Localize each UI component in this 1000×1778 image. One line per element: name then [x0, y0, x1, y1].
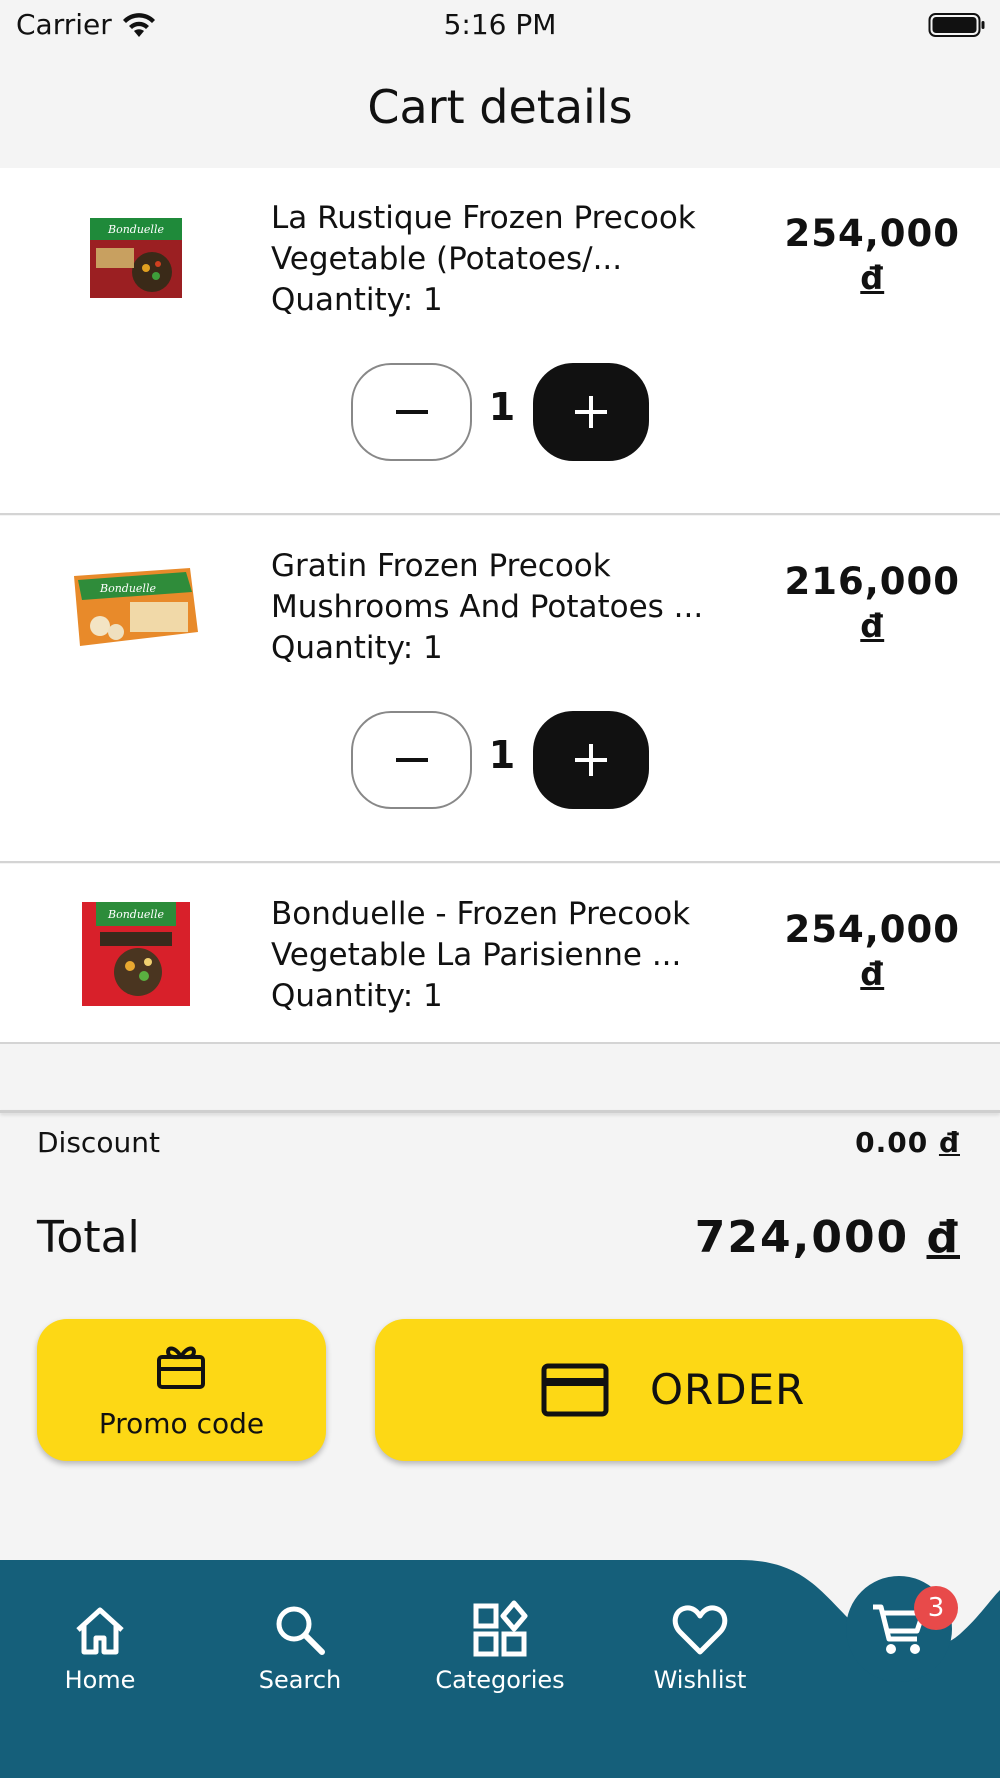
product-package-image: Bonduelle — [74, 568, 198, 646]
increase-quantity-button[interactable] — [533, 363, 649, 461]
nav-categories-label: Categories — [435, 1666, 565, 1694]
product-name[interactable]: La Rustique Frozen Precook Vegetable (Po… — [271, 198, 741, 280]
product-package-image: Bonduelle — [82, 902, 190, 1006]
price-amount: 216,000 — [784, 560, 960, 603]
product-thumbnail[interactable]: Bonduelle — [68, 538, 204, 674]
nav-search-label: Search — [258, 1666, 342, 1694]
decrease-quantity-button[interactable] — [351, 363, 472, 461]
cart-item[interactable]: Bonduelle Bonduelle - Frozen Precook Veg… — [0, 864, 1000, 1044]
nav-categories[interactable]: Categories — [420, 1600, 580, 1694]
decrease-quantity-button[interactable] — [351, 711, 472, 809]
nav-search[interactable]: Search — [220, 1600, 380, 1694]
home-icon — [76, 1607, 124, 1655]
quantity-value: 1 — [488, 385, 516, 429]
product-package-image: Bonduelle — [90, 218, 182, 298]
promo-code-button[interactable]: Promo code — [37, 1319, 326, 1461]
price-amount: 254,000 — [784, 212, 960, 255]
thumbnail-brand-text: Bonduelle — [107, 908, 164, 921]
product-name[interactable]: Bonduelle - Frozen Precook Vegetable La … — [271, 894, 741, 976]
quantity-label: Quantity: 1 — [271, 978, 443, 1014]
bottom-navigation: Home Search Categories Wishlist — [0, 1560, 1000, 1778]
product-price: 216,000 đ — [784, 560, 960, 648]
nav-wishlist-label: Wishlist — [653, 1666, 747, 1694]
order-button[interactable]: ORDER — [375, 1319, 963, 1461]
search-icon — [276, 1606, 325, 1655]
nav-wishlist[interactable]: Wishlist — [620, 1600, 780, 1694]
item-info: Bonduelle - Frozen Precook Vegetable La … — [271, 894, 741, 1017]
summary-divider — [0, 1110, 1000, 1113]
battery-icon — [928, 13, 985, 37]
quantity-label: Quantity: 1 — [271, 282, 443, 318]
plus-icon — [575, 396, 607, 428]
price-currency: đ — [860, 955, 885, 993]
quantity-label: Quantity: 1 — [271, 630, 443, 666]
total-value: 724,000 đ — [695, 1212, 960, 1263]
price-currency: đ — [860, 607, 885, 645]
item-info: La Rustique Frozen Precook Vegetable (Po… — [271, 198, 741, 321]
increase-quantity-button[interactable] — [533, 711, 649, 809]
product-name[interactable]: Gratin Frozen Precook Mushrooms And Pota… — [271, 546, 741, 628]
discount-currency: đ — [938, 1126, 960, 1159]
minus-icon — [395, 758, 428, 762]
cart-count-badge: 3 — [914, 1586, 958, 1630]
order-label: ORDER — [650, 1365, 806, 1414]
discount-amount: 0.00 — [855, 1126, 929, 1159]
status-bar: Carrier 5:16 PM — [0, 0, 1000, 52]
discount-label: Discount — [37, 1126, 160, 1159]
nav-home[interactable]: Home — [20, 1600, 180, 1694]
total-currency: đ — [926, 1212, 960, 1263]
categories-icon — [473, 1600, 528, 1657]
total-label: Total — [37, 1212, 140, 1263]
total-amount: 724,000 — [694, 1212, 910, 1263]
nav-home-label: Home — [64, 1666, 136, 1694]
discount-value: 0.00 đ — [855, 1126, 960, 1159]
heart-icon — [672, 1605, 728, 1655]
quantity-value: 1 — [488, 733, 516, 777]
price-amount: 254,000 — [784, 908, 960, 951]
plus-icon — [575, 744, 607, 776]
minus-icon — [395, 410, 428, 414]
page-title: Cart details — [367, 80, 633, 134]
gift-icon — [157, 1346, 205, 1389]
item-info: Gratin Frozen Precook Mushrooms And Pota… — [271, 546, 741, 669]
product-price: 254,000 đ — [784, 908, 960, 996]
product-thumbnail[interactable]: Bonduelle — [68, 190, 204, 326]
quantity-stepper: 1 — [350, 711, 650, 809]
thumbnail-brand-text: Bonduelle — [107, 223, 164, 236]
product-price: 254,000 đ — [784, 212, 960, 300]
credit-card-icon — [541, 1363, 609, 1417]
thumbnail-brand-text: Bonduelle — [99, 582, 156, 595]
cart-item[interactable]: Bonduelle Gratin Frozen Precook Mushroom… — [0, 516, 1000, 863]
status-time: 5:16 PM — [443, 8, 557, 41]
price-currency: đ — [860, 259, 885, 297]
cart-item[interactable]: Bonduelle La Rustique Frozen Precook Veg… — [0, 168, 1000, 515]
product-thumbnail[interactable]: Bonduelle — [68, 886, 204, 1022]
quantity-stepper: 1 — [350, 363, 650, 461]
promo-code-label: Promo code — [98, 1407, 265, 1440]
